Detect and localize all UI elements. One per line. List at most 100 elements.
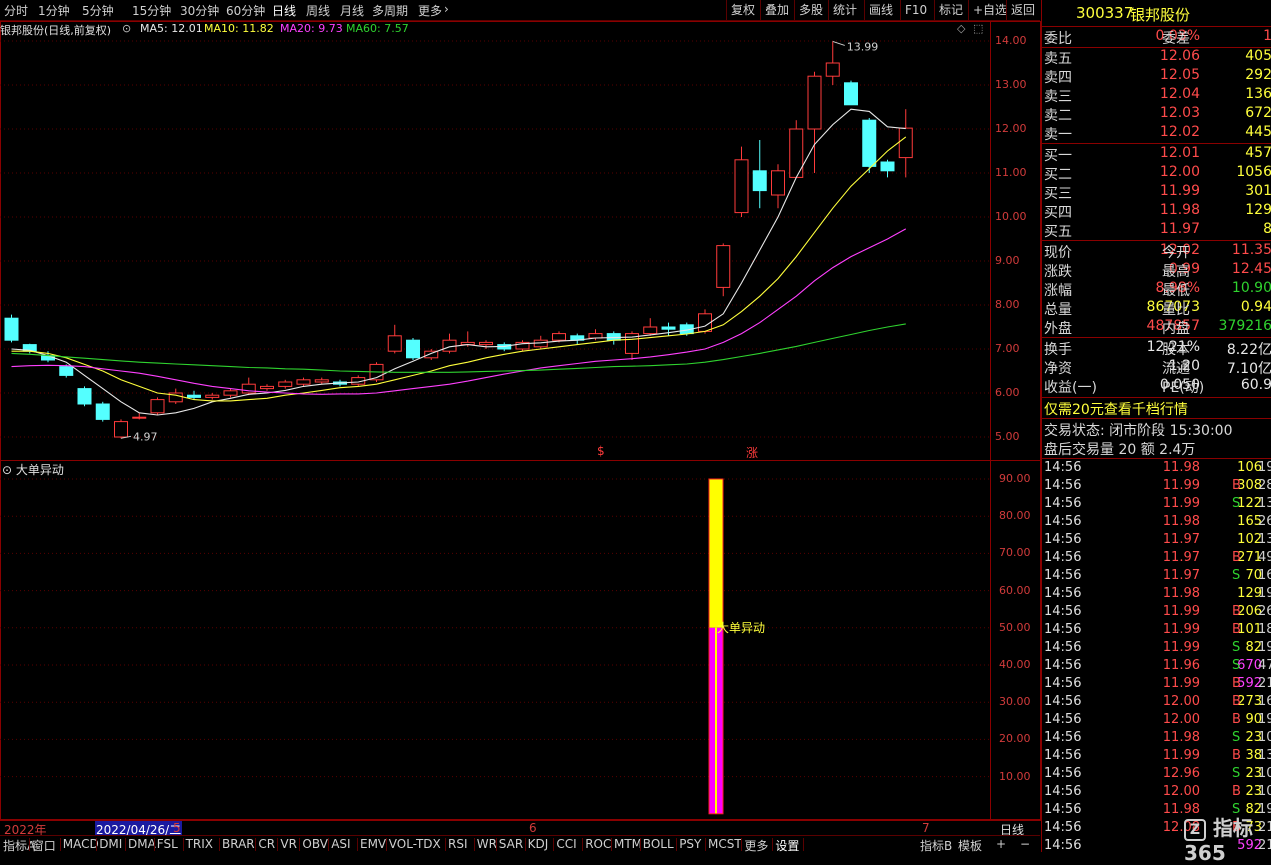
candle[interactable] (150, 397, 165, 415)
tab-15min[interactable]: 15分钟 (132, 2, 171, 19)
candle[interactable] (442, 333, 457, 354)
zoom-out-button[interactable]: − (1020, 837, 1030, 851)
indicator-tab[interactable]: TRIX (186, 837, 213, 851)
overlay-button[interactable]: 叠加 (760, 0, 793, 20)
restore-rights-button[interactable]: 复权 (726, 0, 759, 20)
tab-5min[interactable]: 5分钟 (82, 2, 114, 19)
f10-button[interactable]: F10 (900, 0, 931, 20)
candle[interactable] (625, 331, 639, 360)
indicator-tab[interactable]: PSY (679, 837, 701, 851)
template-tab[interactable]: 模板 (958, 837, 982, 854)
tick-volume: 592 (1237, 676, 1262, 691)
candle[interactable] (716, 243, 731, 297)
candle[interactable] (4, 314, 19, 343)
indicator-tab[interactable]: ASI (331, 837, 350, 851)
indicator-tab[interactable]: SAR (499, 837, 523, 851)
indicator-tab[interactable]: CCI (556, 837, 576, 851)
candlestick-chart[interactable]: 13.99 4.97 (0, 21, 990, 461)
divider (1042, 418, 1271, 419)
candle[interactable] (825, 41, 840, 85)
indicator-tab[interactable]: EMV (360, 837, 386, 851)
indicator-tab[interactable]: 窗口 (32, 837, 56, 854)
value-tick-label: 40.00 (999, 658, 1031, 671)
candle[interactable] (807, 71, 822, 173)
indicator-tab[interactable]: OBV (302, 837, 328, 851)
statistics-button[interactable]: 统计 (828, 0, 861, 20)
candle[interactable] (406, 338, 420, 360)
indicator-tab[interactable]: VR (280, 837, 297, 851)
tab-separator (705, 838, 706, 851)
draw-line-button[interactable]: 画线 (864, 0, 897, 20)
promo-link[interactable]: 仅需20元查看千档行情 (1044, 399, 1188, 419)
candle[interactable] (296, 377, 311, 387)
indicator-tab[interactable]: BRAR (222, 837, 255, 851)
indicator-tab[interactable]: RSI (448, 837, 468, 851)
back-button[interactable]: 返回 (1006, 0, 1039, 20)
candle[interactable] (734, 146, 749, 217)
candle[interactable] (278, 379, 293, 389)
add-watchlist-button[interactable]: +自选 (968, 0, 1011, 20)
candle[interactable] (752, 140, 767, 209)
indicator-tab[interactable]: CR (258, 837, 275, 851)
mark-button[interactable]: 标记 (934, 0, 967, 20)
zoom-in-button[interactable]: + (996, 837, 1006, 851)
quote-label: 涨幅 (1044, 283, 1072, 299)
divider (1042, 240, 1271, 241)
tab-monthly[interactable]: 月线 (340, 2, 364, 19)
candle[interactable] (570, 333, 585, 345)
candle[interactable] (260, 384, 274, 391)
indicator-tab[interactable]: MCST (708, 837, 742, 851)
multi-stock-button[interactable]: 多股 (794, 0, 827, 20)
promo-row[interactable]: 仅需20元查看千档行情 (1042, 399, 1271, 418)
candle[interactable] (898, 109, 913, 178)
candle[interactable] (844, 80, 858, 106)
candle[interactable] (241, 377, 256, 396)
candle[interactable] (314, 377, 329, 385)
tick-price: 11.98 (1162, 586, 1200, 601)
after-hours-volume: 盘后交易量 20 额 2.4万 (1044, 442, 1196, 458)
ask-row: 卖二 12.03 672 (1042, 105, 1271, 124)
tab-1min[interactable]: 1分钟 (38, 2, 70, 19)
indicator-tab[interactable]: KDJ (528, 837, 549, 851)
indicator-tab[interactable]: FSL (157, 837, 178, 851)
indicator-tab[interactable]: WR (477, 837, 497, 851)
indicator-tab[interactable]: 指标A (3, 837, 35, 854)
tick-time: 14:56 (1044, 802, 1082, 817)
tick-count: 13 (1258, 532, 1271, 547)
indicator-tab[interactable]: VOL-TDX (389, 837, 441, 851)
tab-fenshi[interactable]: 分时 (4, 2, 28, 19)
candle[interactable] (479, 340, 493, 349)
candle[interactable] (880, 159, 895, 178)
tab-daily[interactable]: 日线 (272, 2, 296, 19)
candle[interactable] (771, 164, 785, 209)
candle[interactable] (387, 324, 402, 354)
candle[interactable] (114, 419, 128, 439)
tab-more[interactable]: 更多 (418, 2, 442, 19)
tick-price: 11.99 (1162, 676, 1200, 691)
indicator-tab[interactable]: DMA (128, 837, 156, 851)
candle[interactable] (643, 318, 658, 336)
tab-weekly[interactable]: 周线 (306, 2, 330, 19)
indicator-tab[interactable]: MACD (63, 837, 99, 851)
indicator-tab[interactable]: 设置 (775, 837, 799, 854)
indicator-tab[interactable]: 更多 (744, 837, 768, 854)
tick-time: 14:56 (1044, 532, 1082, 547)
tab-separator (639, 838, 641, 851)
candle[interactable] (424, 349, 439, 360)
candle[interactable] (223, 388, 238, 398)
template-tab[interactable]: 指标B (920, 837, 952, 854)
candle[interactable] (515, 340, 530, 352)
candle[interactable] (661, 322, 676, 336)
indicator-tab[interactable]: MTM (614, 837, 642, 851)
indicator-tab[interactable]: DMI (99, 837, 122, 851)
tab-60min[interactable]: 60分钟 (226, 2, 265, 19)
tab-30min[interactable]: 30分钟 (180, 2, 219, 19)
tab-multi-period[interactable]: 多周期 (372, 2, 408, 19)
candle[interactable] (77, 386, 92, 407)
candle[interactable] (95, 401, 110, 422)
ask-label: 卖五 (1044, 51, 1072, 67)
big-order-chart[interactable]: 大单异动 (0, 460, 990, 820)
indicator-tab[interactable]: BOLL (643, 837, 674, 851)
indicator-tab[interactable]: ROC (585, 837, 611, 851)
candle[interactable] (205, 393, 220, 400)
